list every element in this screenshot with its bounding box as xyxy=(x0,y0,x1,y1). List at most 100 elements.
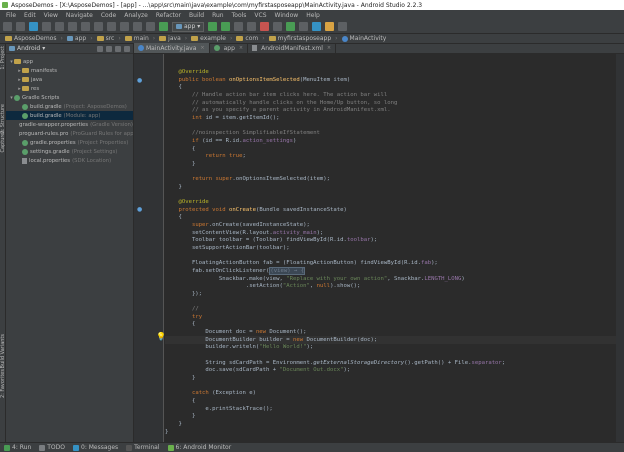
gradle-sync-icon[interactable] xyxy=(286,22,296,31)
tree-node[interactable]: build.gradle (Module: app) xyxy=(6,111,133,120)
run-icon xyxy=(4,444,10,451)
tree-node[interactable]: ▾ app xyxy=(6,57,133,66)
breadcrumb-item[interactable]: example xyxy=(189,35,228,42)
menu-edit[interactable]: Edit xyxy=(20,12,40,19)
code-editor[interactable]: @Override public boolean onOptionsItemSe… xyxy=(165,54,624,442)
redo-icon[interactable] xyxy=(55,22,64,31)
tab-label: AndroidManifest.xml xyxy=(261,44,323,52)
tree-node[interactable]: build.gradle (Project: AsposeDemos) xyxy=(6,102,133,111)
tree-node-label: local.properties xyxy=(29,157,71,164)
code-token: separator xyxy=(471,359,502,366)
code-token: { xyxy=(165,321,196,328)
code-token: } xyxy=(165,375,196,381)
attach-debugger-icon[interactable] xyxy=(247,22,257,31)
target-icon[interactable] xyxy=(97,45,103,52)
android-device-monitor-icon[interactable] xyxy=(325,22,335,31)
tab-app[interactable]: app × xyxy=(210,43,249,53)
menu-navigate[interactable]: Navigate xyxy=(62,12,97,19)
breadcrumb-item[interactable]: src xyxy=(95,35,117,42)
bottom-tool-terminal[interactable]: Terminal xyxy=(126,444,160,451)
override-marker-icon[interactable]: ● xyxy=(137,77,142,84)
override-marker-icon[interactable]: ● xyxy=(137,206,142,213)
paste-icon[interactable] xyxy=(94,22,103,31)
main-toolbar: app ▾ xyxy=(0,20,624,34)
avd-manager-icon[interactable] xyxy=(299,22,309,31)
undo-icon[interactable] xyxy=(42,22,51,31)
bottom-tool-messages[interactable]: 0: Messages xyxy=(73,444,118,451)
tree-node[interactable]: ▸ java xyxy=(6,75,133,84)
tree-node[interactable]: local.properties (SDK Location) xyxy=(6,156,133,165)
editor-tabs: MainActivity.java × app × AndroidManifest.xm… xyxy=(134,43,624,54)
code-token: ) xyxy=(293,137,297,144)
menu-tools[interactable]: Tools xyxy=(228,12,251,19)
run-config-select[interactable]: app ▾ xyxy=(172,21,205,32)
replace-icon[interactable] xyxy=(120,22,129,31)
editor-scrollbar[interactable] xyxy=(616,54,624,442)
sync-icon[interactable] xyxy=(29,22,38,31)
tree-node[interactable]: ▸ res xyxy=(6,84,133,93)
collapse-all-icon[interactable] xyxy=(106,45,112,52)
gear-icon[interactable] xyxy=(115,45,121,52)
tree-node[interactable]: gradle-wrapper.properties (Gradle Version… xyxy=(6,120,133,129)
breadcrumb-item[interactable]: MainActivity xyxy=(340,35,389,42)
menu-file[interactable]: File xyxy=(2,12,20,19)
close-icon[interactable]: × xyxy=(239,45,243,51)
breadcrumb-item[interactable]: AsposeDemos xyxy=(3,35,58,42)
close-icon[interactable]: × xyxy=(327,45,331,51)
tab-mainactivity-java[interactable]: MainActivity.java × xyxy=(134,43,210,53)
menu-run[interactable]: Run xyxy=(208,12,228,19)
sdk-manager-icon[interactable] xyxy=(312,22,322,31)
bottom-tool-run[interactable]: 4: Run xyxy=(4,444,31,451)
instant-run-icon[interactable] xyxy=(273,22,283,31)
menu-analyze[interactable]: Analyze xyxy=(120,12,152,19)
close-icon[interactable]: × xyxy=(200,45,204,51)
back-icon[interactable] xyxy=(133,22,142,31)
debug-icon[interactable] xyxy=(221,22,231,31)
breadcrumb-item[interactable]: myfirstasposeapp xyxy=(267,35,334,42)
bottom-tool-android-monitor[interactable]: 6: Android Monitor xyxy=(167,444,231,451)
tree-node[interactable]: proguard-rules.pro (ProGuard Rules for ap… xyxy=(6,129,133,138)
bottom-tool-todo[interactable]: TODO xyxy=(39,444,65,451)
code-line: } xyxy=(165,183,181,191)
profile-icon[interactable] xyxy=(234,22,244,31)
breadcrumb-item[interactable]: com xyxy=(234,35,260,42)
tree-node[interactable]: settings.gradle (Project Settings) xyxy=(6,147,133,156)
tree-node[interactable]: ▸ manifests xyxy=(6,66,133,75)
breadcrumb-item[interactable]: app xyxy=(65,35,88,42)
code-token: if xyxy=(191,137,203,144)
code-token: (id == R.id. xyxy=(202,137,243,144)
help-icon[interactable] xyxy=(338,22,348,31)
tree-node[interactable]: gradle.properties (Project Properties) xyxy=(6,138,133,147)
menu-code[interactable]: Code xyxy=(97,12,120,19)
copy-icon[interactable] xyxy=(81,22,90,31)
save-all-icon[interactable] xyxy=(16,22,25,31)
folder-icon xyxy=(159,36,167,41)
cut-icon[interactable] xyxy=(68,22,77,31)
tree-node-note: (Gradle Version) xyxy=(90,121,133,128)
breadcrumb-item[interactable]: main xyxy=(123,35,151,42)
breadcrumb-item[interactable]: java xyxy=(157,35,183,42)
menu-window[interactable]: Window xyxy=(271,12,303,19)
window-title: AsposeDemos - [X:\AsposeDemos] - [app] -… xyxy=(11,1,423,9)
menu-build[interactable]: Build xyxy=(185,12,208,19)
run-icon[interactable] xyxy=(208,22,218,31)
tree-node[interactable]: ▾ Gradle Scripts xyxy=(6,93,133,102)
project-view-selector[interactable]: Android ▾ xyxy=(9,45,45,52)
find-icon[interactable] xyxy=(107,22,116,31)
make-project-icon[interactable] xyxy=(159,22,168,31)
tab-androidmanifest-xml[interactable]: AndroidManifest.xml × xyxy=(248,43,337,53)
menu-vcs[interactable]: VCS xyxy=(250,12,270,19)
code-line: }); xyxy=(165,290,202,298)
forward-icon[interactable] xyxy=(146,22,155,31)
menu-refactor[interactable]: Refactor xyxy=(152,12,185,19)
hide-panel-icon[interactable] xyxy=(124,45,130,52)
code-token: catch xyxy=(191,390,213,397)
stop-icon[interactable] xyxy=(260,22,270,31)
menu-help[interactable]: Help xyxy=(302,12,324,19)
bottom-tool-label: 0: Messages xyxy=(81,444,119,451)
menu-view[interactable]: View xyxy=(40,12,62,19)
open-folder-icon[interactable] xyxy=(3,22,12,31)
gradle-icon xyxy=(22,112,28,119)
